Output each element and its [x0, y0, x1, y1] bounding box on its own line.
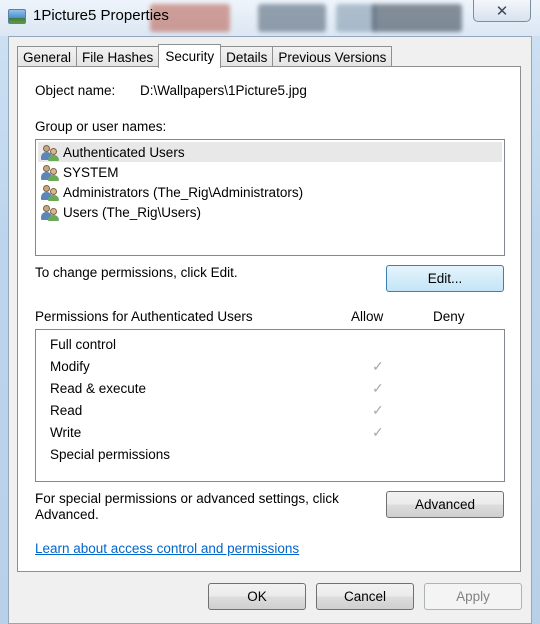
tab-security[interactable]: Security — [158, 44, 222, 68]
permission-name: Read & execute — [50, 380, 147, 396]
users-icon — [41, 204, 59, 221]
permission-row-modify: Modify ✓ — [50, 356, 510, 376]
user-item-administrators[interactable]: Administrators (The_Rig\Administrators) — [38, 182, 502, 202]
tab-general[interactable]: General — [17, 46, 78, 67]
background-blur — [258, 4, 326, 32]
permission-row-read: Read ✓ — [50, 400, 510, 420]
cancel-button[interactable]: Cancel — [316, 583, 414, 610]
allow-check-icon: ✓ — [372, 424, 384, 440]
users-icon — [41, 164, 59, 181]
permission-name: Full control — [50, 336, 117, 352]
tab-file-hashes[interactable]: File Hashes — [76, 46, 160, 67]
advanced-button[interactable]: Advanced — [386, 491, 504, 518]
permissions-label: Permissions for Authenticated Users — [35, 309, 253, 324]
permission-row-write: Write ✓ — [50, 422, 510, 442]
user-name: Administrators (The_Rig\Administrators) — [63, 184, 304, 200]
permission-name: Special permissions — [50, 446, 171, 462]
user-list[interactable]: Authenticated Users SYSTEM Administrator… — [35, 139, 505, 256]
background-blur — [336, 4, 376, 32]
permission-name: Read — [50, 402, 83, 418]
object-name-label: Object name: — [35, 83, 116, 98]
allow-check-icon: ✓ — [372, 380, 384, 396]
object-name-value: D:\Wallpapers\1Picture5.jpg — [140, 83, 307, 98]
users-icon — [41, 144, 59, 161]
tab-strip: General File Hashes Security Details Pre… — [17, 43, 393, 68]
dialog-body: General File Hashes Security Details Pre… — [8, 36, 532, 624]
tab-details[interactable]: Details — [220, 46, 274, 67]
learn-access-control-link[interactable]: Learn about access control and permissio… — [35, 541, 299, 556]
permission-name: Modify — [50, 358, 90, 374]
user-item-system[interactable]: SYSTEM — [38, 162, 502, 182]
close-icon: ✕ — [495, 1, 509, 20]
permission-row-read-execute: Read & execute ✓ — [50, 378, 510, 398]
user-item-authenticated-users[interactable]: Authenticated Users — [38, 142, 502, 162]
advanced-help-text-line2: Advanced. — [35, 507, 99, 522]
ok-button[interactable]: OK — [208, 583, 306, 610]
window-title: 1Picture5 Properties — [33, 7, 169, 24]
title-bar: 1Picture5 Properties ✕ — [0, 0, 540, 36]
image-file-icon — [8, 9, 26, 24]
group-user-label: Group or user names: — [35, 119, 167, 134]
users-icon — [41, 184, 59, 201]
tab-previous-versions[interactable]: Previous Versions — [272, 46, 393, 67]
permission-name: Write — [50, 424, 82, 440]
edit-button[interactable]: Edit... — [386, 265, 504, 292]
user-name: Authenticated Users — [63, 144, 185, 160]
allow-check-icon: ✓ — [372, 402, 384, 418]
user-item-users[interactable]: Users (The_Rig\Users) — [38, 202, 502, 222]
user-name: Users (The_Rig\Users) — [63, 204, 202, 220]
apply-button[interactable]: Apply — [424, 583, 522, 610]
deny-header: Deny — [433, 309, 465, 324]
permission-row-special: Special permissions — [50, 444, 510, 464]
user-name: SYSTEM — [63, 164, 119, 180]
close-button[interactable]: ✕ — [473, 0, 531, 22]
permission-row-full-control: Full control — [50, 334, 510, 354]
allow-header: Allow — [351, 309, 384, 324]
permissions-list[interactable]: Full control Modify ✓ Read & execute ✓ R… — [35, 329, 505, 482]
advanced-help-text-line1: For special permissions or advanced sett… — [35, 491, 339, 506]
change-permissions-text: To change permissions, click Edit. — [35, 265, 238, 280]
background-blur — [372, 4, 462, 32]
security-panel: Object name: D:\Wallpapers\1Picture5.jpg… — [17, 66, 521, 572]
allow-check-icon: ✓ — [372, 358, 384, 374]
